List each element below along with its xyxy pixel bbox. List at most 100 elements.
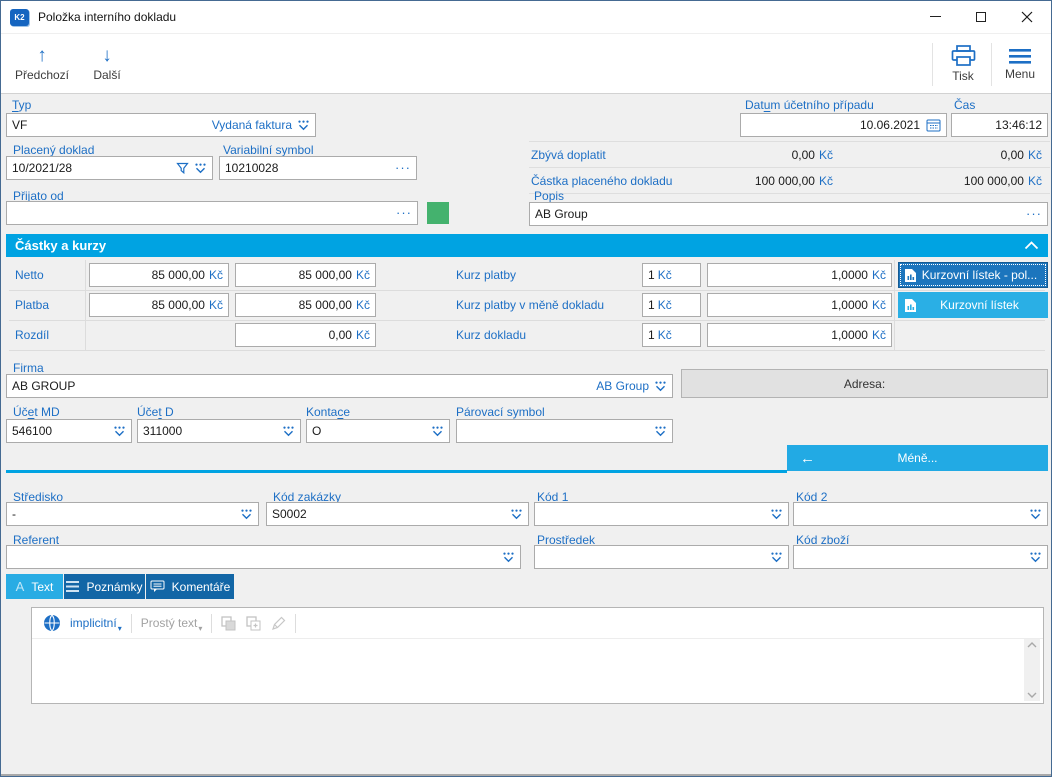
firma-field[interactable]: AB GROUP AB Group [6, 374, 673, 398]
dropdown-icon[interactable] [431, 425, 444, 438]
dropdown-icon[interactable] [654, 425, 667, 438]
parovaci-symbol-field[interactable] [456, 419, 673, 443]
maximize-button[interactable] [958, 1, 1004, 32]
popis-value: AB Group [535, 207, 588, 221]
previous-button[interactable]: ↑ Předchozí [9, 38, 75, 90]
divider [9, 350, 1045, 351]
prijato-od-field[interactable]: ··· [6, 201, 418, 225]
mene-button[interactable]: ← Méně... [787, 445, 1048, 471]
kod-zbozi-field[interactable] [793, 545, 1048, 569]
ucet-md-label: Účet MD [13, 405, 60, 419]
dropdown-icon[interactable] [194, 162, 207, 175]
kurz-platby-v-mene-field-1[interactable]: 1Kč [642, 293, 701, 317]
copy-icon[interactable] [221, 616, 237, 631]
datum-field[interactable]: 10.06.2021 [740, 113, 947, 137]
popis-field[interactable]: AB Group ··· [529, 202, 1048, 226]
more-icon[interactable]: ··· [396, 208, 412, 218]
kurzovni-listek-polozky-button[interactable]: Kurzovní lístek - pol... [898, 262, 1048, 288]
ucet-d-field[interactable]: 311000 [137, 419, 301, 443]
firma-value: AB GROUP [12, 379, 75, 393]
vertical-scrollbar[interactable] [1024, 639, 1040, 701]
scroll-down-icon[interactable] [1027, 692, 1037, 698]
text-mode-selector[interactable]: Prostý text▾ [141, 616, 203, 630]
dropdown-icon[interactable] [654, 380, 667, 393]
prostredek-field[interactable] [534, 545, 789, 569]
zbyva-doplatit-value-2: 0,00Kč [842, 144, 1042, 166]
kod-2-field[interactable] [793, 502, 1048, 526]
ucet-md-value: 546100 [12, 424, 52, 438]
zbyva-doplatit-value-1: 0,00Kč [633, 144, 833, 166]
close-icon [1021, 11, 1033, 23]
stredisko-field[interactable]: - [6, 502, 259, 526]
more-icon[interactable]: ··· [1026, 209, 1042, 219]
globe-icon[interactable] [43, 614, 61, 632]
dropdown-icon[interactable] [297, 119, 310, 132]
scroll-up-icon[interactable] [1027, 642, 1037, 648]
chevron-up-icon[interactable] [1024, 241, 1039, 250]
rozdil-field-2[interactable]: 0,00Kč [235, 323, 376, 347]
kod-zakazky-field[interactable]: S0002 [266, 502, 529, 526]
typ-field[interactable]: VF Vydaná faktura [6, 113, 316, 137]
netto-field-1[interactable]: 85 000,00Kč [89, 263, 229, 287]
dropdown-icon[interactable] [770, 508, 783, 521]
castka-placeneho-value-2: 100 000,00Kč [842, 170, 1042, 192]
kurz-platby-v-mene-field-2[interactable]: 1,0000Kč [707, 293, 892, 317]
parovaci-symbol-label: Párovací symbol [456, 405, 545, 419]
kurz-platby-label: Kurz platby [456, 268, 516, 282]
dropdown-icon[interactable] [510, 508, 523, 521]
datum-label: Datum účetního případu [745, 98, 874, 112]
dropdown-icon[interactable] [770, 551, 783, 564]
kod-1-field[interactable] [534, 502, 789, 526]
ucet-d-label: Účet D [137, 405, 174, 419]
pencil-icon[interactable] [271, 616, 286, 631]
section-header-castky-a-kurzy[interactable]: Částky a kurzy [6, 234, 1048, 257]
variabilni-symbol-field[interactable]: 10210028 ··· [219, 156, 417, 180]
grid-line [85, 260, 86, 350]
kontace-field[interactable]: O [306, 419, 450, 443]
dropdown-icon[interactable] [240, 508, 253, 521]
text-editing-area[interactable] [32, 639, 1043, 703]
dropdown-icon[interactable] [282, 425, 295, 438]
datum-value: 10.06.2021 [860, 118, 920, 132]
dropdown-icon[interactable] [1029, 508, 1042, 521]
kurz-platby-field-2[interactable]: 1,0000Kč [707, 263, 892, 287]
print-button[interactable]: Tisk [937, 38, 989, 90]
kod-zakazky-value: S0002 [272, 507, 307, 521]
previous-label: Předchozí [15, 68, 69, 82]
calendar-icon[interactable] [926, 118, 941, 132]
platba-field-2[interactable]: 85 000,00Kč [235, 293, 376, 317]
next-button[interactable]: ↓ Další [81, 38, 133, 90]
dropdown-icon[interactable] [1029, 551, 1042, 564]
ucet-d-value: 311000 [143, 424, 182, 438]
tab-komentare[interactable]: Komentáře [146, 574, 234, 599]
minimize-button[interactable] [912, 1, 958, 32]
tab-poznamky[interactable]: Poznámky [64, 574, 145, 599]
minimize-icon [930, 16, 941, 17]
language-selector[interactable]: implicitní▾ [70, 616, 122, 630]
button-label: Kurzovní lístek - pol... [917, 268, 1042, 282]
filter-icon[interactable] [176, 162, 189, 175]
dropdown-icon[interactable] [502, 551, 515, 564]
cas-value: 13:46:12 [995, 118, 1042, 132]
variabilni-symbol-value: 10210028 [225, 161, 278, 175]
adresa-box[interactable]: Adresa: [681, 369, 1048, 398]
paste-plus-icon[interactable] [246, 616, 262, 631]
window-bottom-border [1, 774, 1051, 776]
menu-button[interactable]: Menu [994, 38, 1046, 90]
placeny-doklad-field[interactable]: 10/2021/28 [6, 156, 213, 180]
netto-field-2[interactable]: 85 000,00Kč [235, 263, 376, 287]
kurzovni-listek-button[interactable]: Kurzovní lístek [898, 292, 1048, 318]
close-button[interactable] [1004, 1, 1050, 32]
referent-field[interactable] [6, 545, 521, 569]
netto-label: Netto [15, 268, 44, 282]
dropdown-icon[interactable] [113, 425, 126, 438]
kurz-dokladu-field-2[interactable]: 1,0000Kč [707, 323, 892, 347]
cas-label: Čas [954, 98, 975, 112]
kurz-dokladu-field-1[interactable]: 1Kč [642, 323, 701, 347]
tab-text[interactable]: A Text [6, 574, 63, 599]
platba-field-1[interactable]: 85 000,00Kč [89, 293, 229, 317]
more-icon[interactable]: ··· [395, 163, 411, 173]
kurz-platby-field-1[interactable]: 1Kč [642, 263, 701, 287]
cas-field[interactable]: 13:46:12 [951, 113, 1048, 137]
ucet-md-field[interactable]: 546100 [6, 419, 132, 443]
